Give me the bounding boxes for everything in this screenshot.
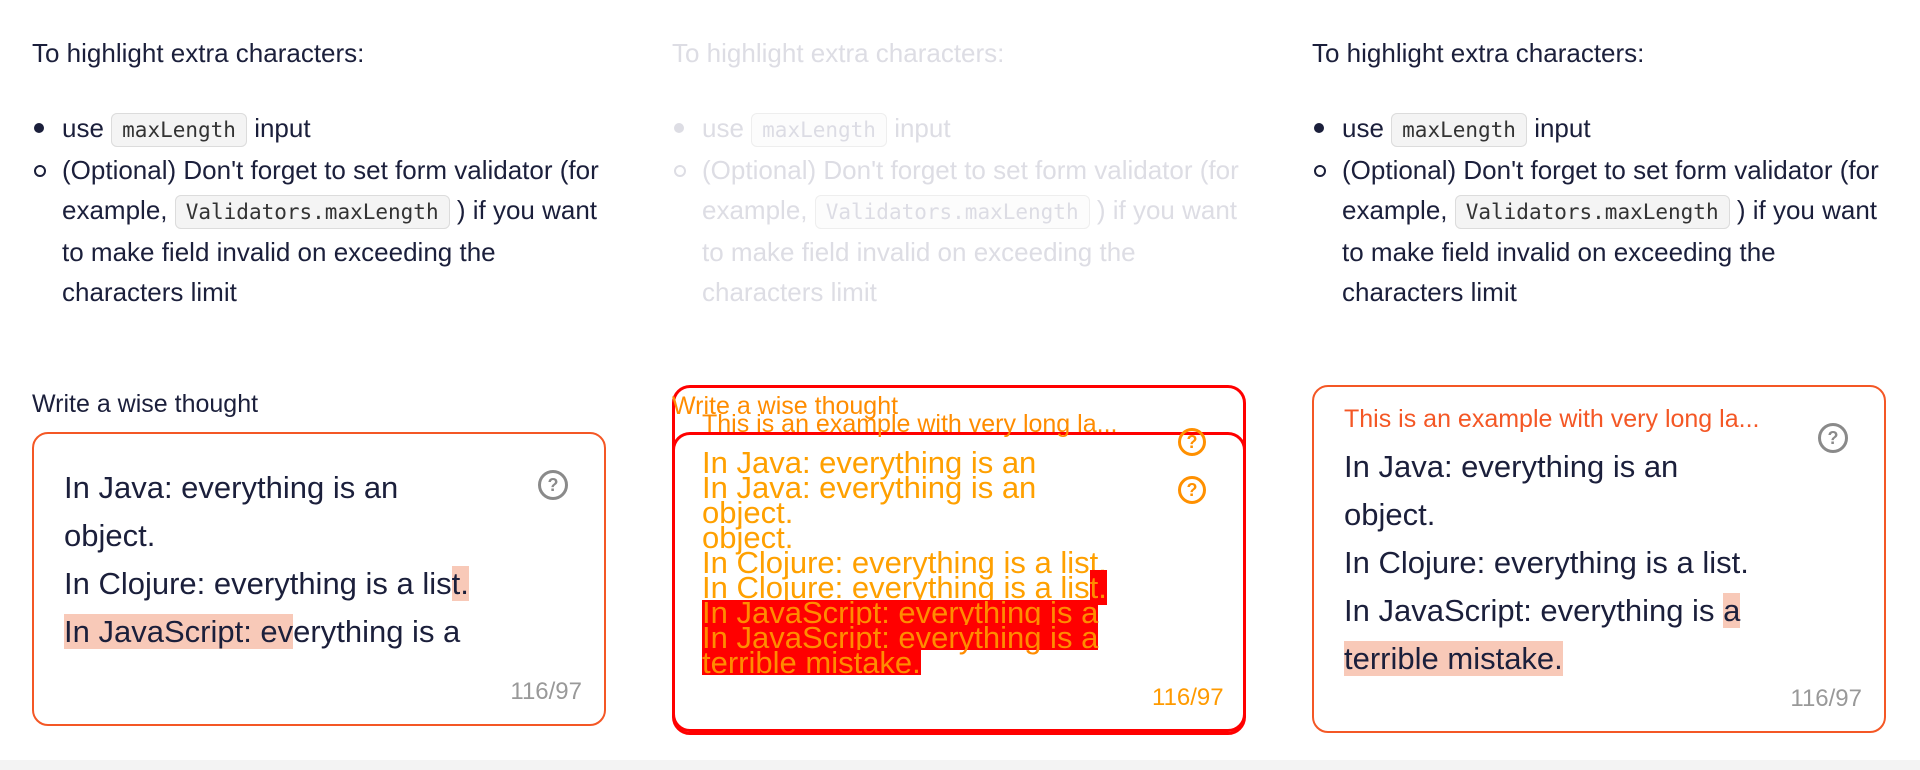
overflow-highlight: In JavaScript: ev <box>64 614 294 649</box>
intro-text: To highlight extra characters: <box>32 38 365 68</box>
panel-example-1: To highlight extra characters: use maxLe… <box>0 0 640 770</box>
float-label: This is an example with very long la... <box>702 410 1118 438</box>
instructions-list: use maxLength input (Optional) Don't for… <box>32 108 612 312</box>
bullet-icon <box>34 123 44 133</box>
bullet-icon <box>674 165 686 177</box>
overflow-highlight: t. <box>451 566 469 601</box>
help-icon[interactable]: ? <box>1178 428 1206 456</box>
instructions-list: use maxLength input (Optional) Don't for… <box>672 108 1252 312</box>
maxlength-code: maxLength <box>1391 113 1527 147</box>
help-icon[interactable]: ? <box>1178 476 1206 504</box>
textarea-field[interactable]: In Java: everything is an object. In Clo… <box>32 432 606 726</box>
bullet-icon <box>674 123 684 133</box>
bullet-icon <box>1314 123 1324 133</box>
list-item: (Optional) Don't forget to set form vali… <box>672 150 1252 312</box>
validators-code: Validators.maxLength <box>174 195 450 229</box>
list-item: (Optional) Don't forget to set form vali… <box>1312 150 1892 312</box>
char-counter: 116/97 <box>1790 685 1862 712</box>
textarea-value[interactable]: In Java: everything is an object. In Clo… <box>1344 443 1804 683</box>
list-item: use maxLength input <box>32 108 612 150</box>
instructions-list: use maxLength input (Optional) Don't for… <box>1312 108 1892 312</box>
validators-code: Validators.maxLength <box>1454 195 1730 229</box>
validators-code: Validators.maxLength <box>814 195 1090 229</box>
textarea-value[interactable]: In Java: everything is an object. In Clo… <box>64 464 524 656</box>
maxlength-code: maxLength <box>751 113 887 147</box>
textarea-field[interactable]: This is an example with very long la... … <box>1312 385 1886 733</box>
field-label: Write a wise thought <box>32 390 259 418</box>
intro-text: To highlight extra characters: <box>1312 38 1645 68</box>
help-icon[interactable]: ? <box>538 470 568 500</box>
list-item: (Optional) Don't forget to set form vali… <box>32 150 612 312</box>
intro-text: To highlight extra characters: <box>672 38 1005 68</box>
float-label: This is an example with very long la... <box>1344 405 1760 433</box>
char-counter: 116/97 <box>510 678 582 705</box>
panel-example-2: To highlight extra characters: use maxLe… <box>640 0 1280 770</box>
maxlength-code: maxLength <box>111 113 247 147</box>
bullet-icon <box>34 165 46 177</box>
list-item: use maxLength input <box>1312 108 1892 150</box>
help-icon[interactable]: ? <box>1818 423 1848 453</box>
overflow-highlight: a <box>1723 593 1741 628</box>
bottom-divider <box>0 760 1920 770</box>
list-item: use maxLength input <box>672 108 1252 150</box>
panel-example-3: To highlight extra characters: use maxLe… <box>1280 0 1920 770</box>
char-counter: 116/97 <box>1152 684 1224 711</box>
overflow-highlight: terrible mistake. <box>1344 641 1563 676</box>
bullet-icon <box>1314 165 1326 177</box>
